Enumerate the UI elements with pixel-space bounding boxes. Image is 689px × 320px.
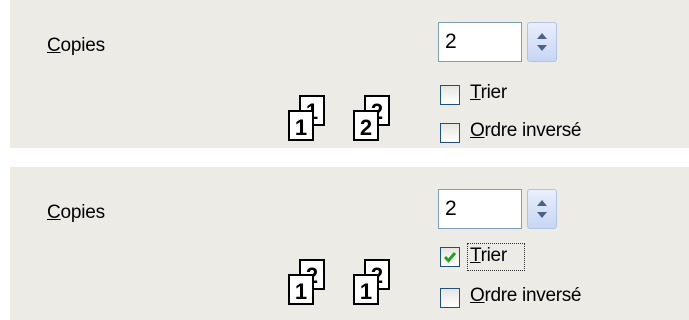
stacked-pages-icon: 2 1 xyxy=(353,259,399,305)
page-front-number: 1 xyxy=(295,115,307,140)
stacked-pages-icon: 1 1 xyxy=(288,95,334,141)
copies-spin-button[interactable] xyxy=(527,189,557,229)
checkmark-icon xyxy=(443,252,457,263)
up-down-arrows-icon xyxy=(537,33,547,51)
sort-checkbox[interactable] xyxy=(440,85,460,105)
sort-checkbox[interactable] xyxy=(440,247,460,267)
copies-input[interactable] xyxy=(438,189,522,229)
copies-input[interactable] xyxy=(438,22,522,62)
copies-spin-button[interactable] xyxy=(527,22,557,62)
copies-label: Copies xyxy=(47,202,105,223)
sort-label[interactable]: Trier xyxy=(470,82,507,104)
copies-label: Copies xyxy=(47,35,105,56)
up-down-arrows-icon xyxy=(537,200,547,218)
copies-panel-sorted: Copies Trier Ordre inversé 2 1 2 1 xyxy=(10,167,689,320)
page-front-number: 1 xyxy=(360,279,372,304)
stacked-pages-icon: 2 2 xyxy=(353,95,399,141)
reverse-order-checkbox[interactable] xyxy=(440,123,460,143)
reverse-order-label[interactable]: Ordre inversé xyxy=(470,285,582,307)
sort-label[interactable]: Trier xyxy=(470,245,507,267)
reverse-order-label[interactable]: Ordre inversé xyxy=(470,120,582,142)
reverse-order-checkbox[interactable] xyxy=(440,288,460,308)
copies-panel-unsorted: Copies Trier Ordre inversé 1 1 2 2 xyxy=(10,0,689,148)
page-front-number: 1 xyxy=(295,279,307,304)
page-front-number: 2 xyxy=(360,115,372,140)
stacked-pages-icon: 2 1 xyxy=(288,259,334,305)
